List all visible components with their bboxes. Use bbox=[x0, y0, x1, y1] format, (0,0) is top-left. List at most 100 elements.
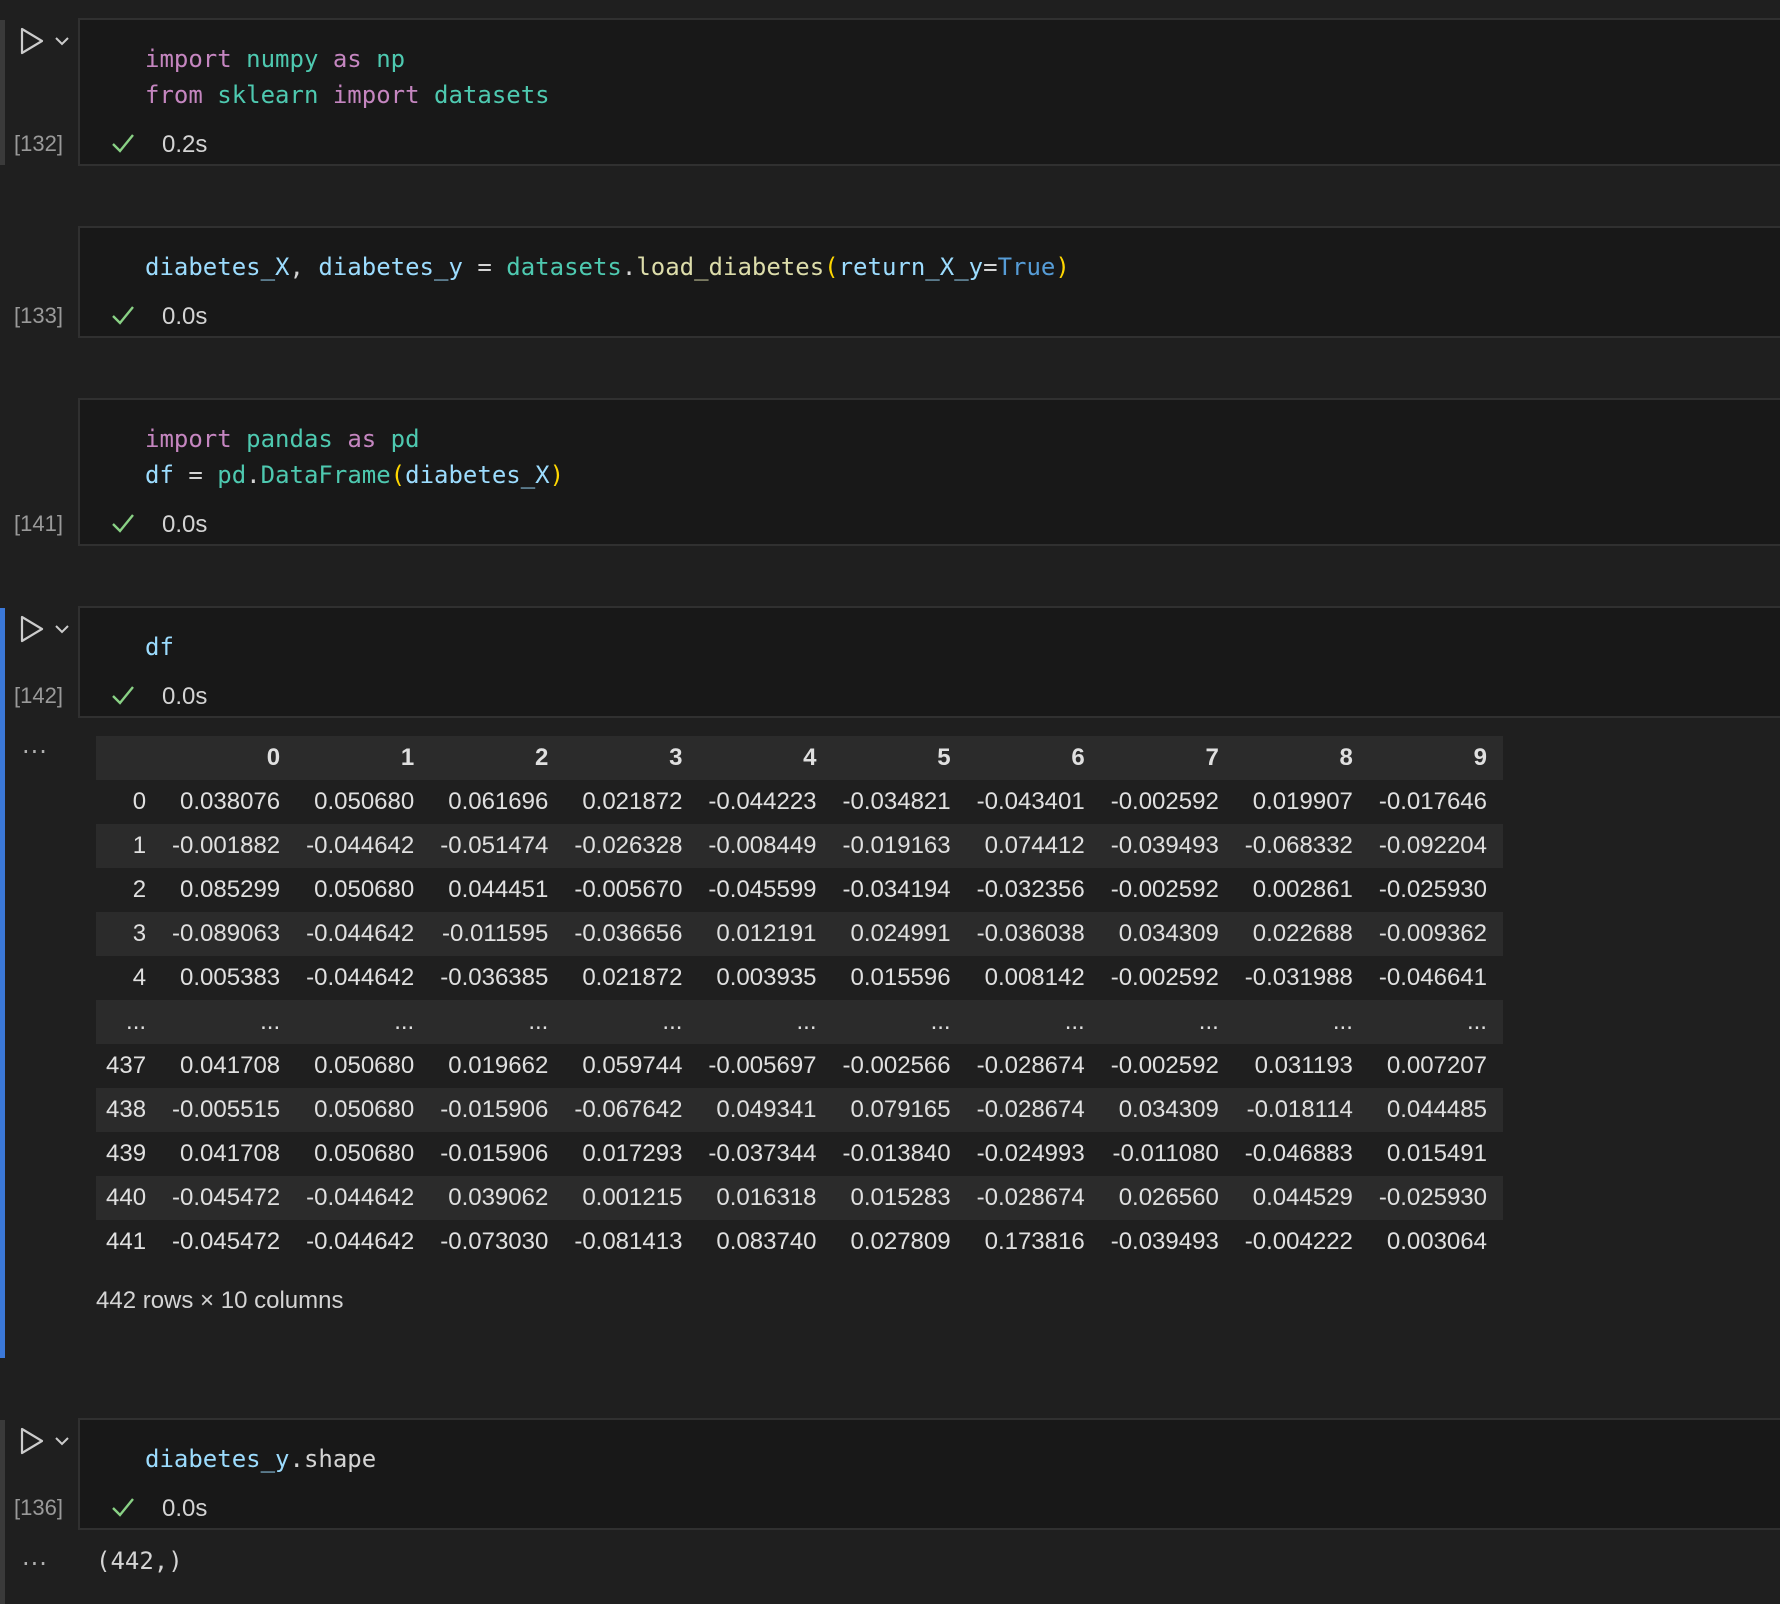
table-row: 437 0.041708 0.050680 0.019662 0.059744 -0.00… bbox=[96, 1044, 1503, 1088]
table-cell: -0.045599 bbox=[698, 868, 833, 912]
table-cell: -0.046883 bbox=[1234, 1132, 1369, 1176]
code-token: pd bbox=[217, 461, 247, 489]
code-token: as bbox=[332, 45, 362, 73]
table-cell: -0.044642 bbox=[296, 1176, 431, 1220]
table-cell: -0.036038 bbox=[966, 912, 1101, 956]
table-row: 3 -0.089063 -0.044642 -0.011595 -0.036656 0.0… bbox=[96, 912, 1503, 956]
column-header: 9 bbox=[1368, 736, 1503, 780]
row-index: 441 bbox=[96, 1220, 163, 1264]
code-token: return_X_y bbox=[838, 253, 984, 281]
output-menu-icon[interactable]: ··· bbox=[22, 738, 48, 766]
code-token: diabetes_y bbox=[145, 1445, 290, 1473]
code-token: , bbox=[289, 253, 319, 281]
table-cell: -0.009362 bbox=[1368, 912, 1503, 956]
chevron-down-icon[interactable] bbox=[54, 1435, 70, 1447]
table-cell: -0.044642 bbox=[296, 1220, 431, 1264]
code-token: ( bbox=[824, 253, 839, 281]
table-cell: 0.024991 bbox=[832, 912, 967, 956]
table-cell: ... bbox=[1100, 1000, 1235, 1044]
table-row: 439 0.041708 0.050680 -0.015906 0.017293 -0.0… bbox=[96, 1132, 1503, 1176]
chevron-down-icon[interactable] bbox=[54, 35, 70, 47]
run-cell-icon[interactable] bbox=[18, 1426, 46, 1456]
cell-focus-bar bbox=[0, 1420, 5, 1604]
code-line-2: from sklearn import datasets bbox=[145, 77, 550, 113]
row-index: 440 bbox=[96, 1176, 163, 1220]
table-cell: -0.005697 bbox=[698, 1044, 833, 1088]
table-cell: ... bbox=[430, 1000, 565, 1044]
table-cell: -0.036385 bbox=[430, 956, 565, 1000]
table-cell: -0.002592 bbox=[1100, 780, 1235, 824]
execution-duration: 0.0s bbox=[162, 303, 208, 330]
table-cell: 0.008142 bbox=[966, 956, 1101, 1000]
table-cell: 0.027809 bbox=[832, 1220, 967, 1264]
table-cell: -0.044642 bbox=[296, 956, 431, 1000]
table-cell: 0.050680 bbox=[296, 1132, 431, 1176]
table-row: 441 -0.045472 -0.044642 -0.073030 -0.081413 0… bbox=[96, 1220, 1503, 1264]
table-cell: -0.068332 bbox=[1234, 824, 1369, 868]
code-token: shape bbox=[303, 1445, 377, 1473]
table-cell: 0.039062 bbox=[430, 1176, 565, 1220]
check-icon bbox=[112, 1498, 134, 1517]
table-cell: -0.005670 bbox=[564, 868, 699, 912]
execution-duration: 0.0s bbox=[162, 1495, 208, 1522]
check-icon bbox=[112, 514, 134, 533]
column-header: 6 bbox=[966, 736, 1101, 780]
table-cell: -0.036656 bbox=[564, 912, 699, 956]
row-index: ... bbox=[96, 1000, 163, 1044]
table-cell: -0.011080 bbox=[1100, 1132, 1235, 1176]
table-cell: -0.067642 bbox=[564, 1088, 699, 1132]
code-token: import bbox=[145, 45, 232, 73]
table-cell: 0.021872 bbox=[564, 780, 699, 824]
table-cell: -0.081413 bbox=[564, 1220, 699, 1264]
code-token: load_diabetes bbox=[636, 253, 825, 281]
table-row: ................................. bbox=[96, 1000, 1503, 1044]
code-line-1: diabetes_X, diabetes_y = datasets.load_d… bbox=[145, 249, 1070, 285]
code-token: . bbox=[621, 253, 637, 281]
code-token: datasets bbox=[434, 81, 550, 109]
run-cell-icon[interactable] bbox=[18, 614, 46, 644]
table-cell: -0.002592 bbox=[1100, 868, 1235, 912]
table-cell: 0.044485 bbox=[1368, 1088, 1503, 1132]
table-cell: -0.026328 bbox=[564, 824, 699, 868]
column-header: 4 bbox=[698, 736, 833, 780]
output-menu-icon[interactable]: ··· bbox=[22, 1550, 48, 1578]
table-cell: -0.039493 bbox=[1100, 824, 1235, 868]
table-row: 2 0.085299 0.050680 0.044451 -0.005670 -0.045… bbox=[96, 868, 1503, 912]
run-cell-icon[interactable] bbox=[18, 26, 46, 56]
cell-editor[interactable] bbox=[78, 606, 1780, 718]
row-index: 437 bbox=[96, 1044, 163, 1088]
row-index: 3 bbox=[96, 912, 163, 956]
code-token: df bbox=[145, 633, 174, 661]
table-cell: 0.034309 bbox=[1100, 912, 1235, 956]
table-cell: -0.039493 bbox=[1100, 1220, 1235, 1264]
table-cell: ... bbox=[296, 1000, 431, 1044]
cell-output-text: (442,) bbox=[96, 1547, 183, 1575]
code-token: numpy bbox=[246, 45, 319, 73]
table-cell: -0.028674 bbox=[966, 1044, 1101, 1088]
code-token: = bbox=[462, 253, 507, 281]
chevron-down-icon[interactable] bbox=[54, 623, 70, 635]
execution-count: [141] bbox=[14, 511, 63, 536]
table-cell: 0.017293 bbox=[564, 1132, 699, 1176]
table-cell: -0.011595 bbox=[430, 912, 565, 956]
cell-focus-bar bbox=[0, 20, 5, 165]
code-token: = bbox=[173, 461, 218, 489]
index-header bbox=[96, 736, 163, 780]
execution-duration: 0.2s bbox=[162, 131, 208, 158]
table-cell: 0.038076 bbox=[162, 780, 297, 824]
code-token: import bbox=[332, 81, 420, 109]
code-token: ) bbox=[1055, 253, 1070, 281]
table-cell: 0.050680 bbox=[296, 1088, 431, 1132]
code-token: pandas bbox=[246, 425, 333, 453]
execution-count: [133] bbox=[14, 303, 63, 328]
row-index: 0 bbox=[96, 780, 163, 824]
execution-count: [132] bbox=[14, 131, 63, 156]
execution-duration: 0.0s bbox=[162, 683, 208, 710]
table-cell: -0.002566 bbox=[832, 1044, 967, 1088]
table-cell: ... bbox=[1368, 1000, 1503, 1044]
cell-focus-bar bbox=[0, 608, 5, 1358]
dataframe-table: 0123456789 0 0.038076 0.050680 0.061696 0.02… bbox=[96, 736, 1503, 1264]
table-cell: 0.002861 bbox=[1234, 868, 1369, 912]
column-header: 7 bbox=[1100, 736, 1235, 780]
code-token: ) bbox=[549, 461, 565, 489]
